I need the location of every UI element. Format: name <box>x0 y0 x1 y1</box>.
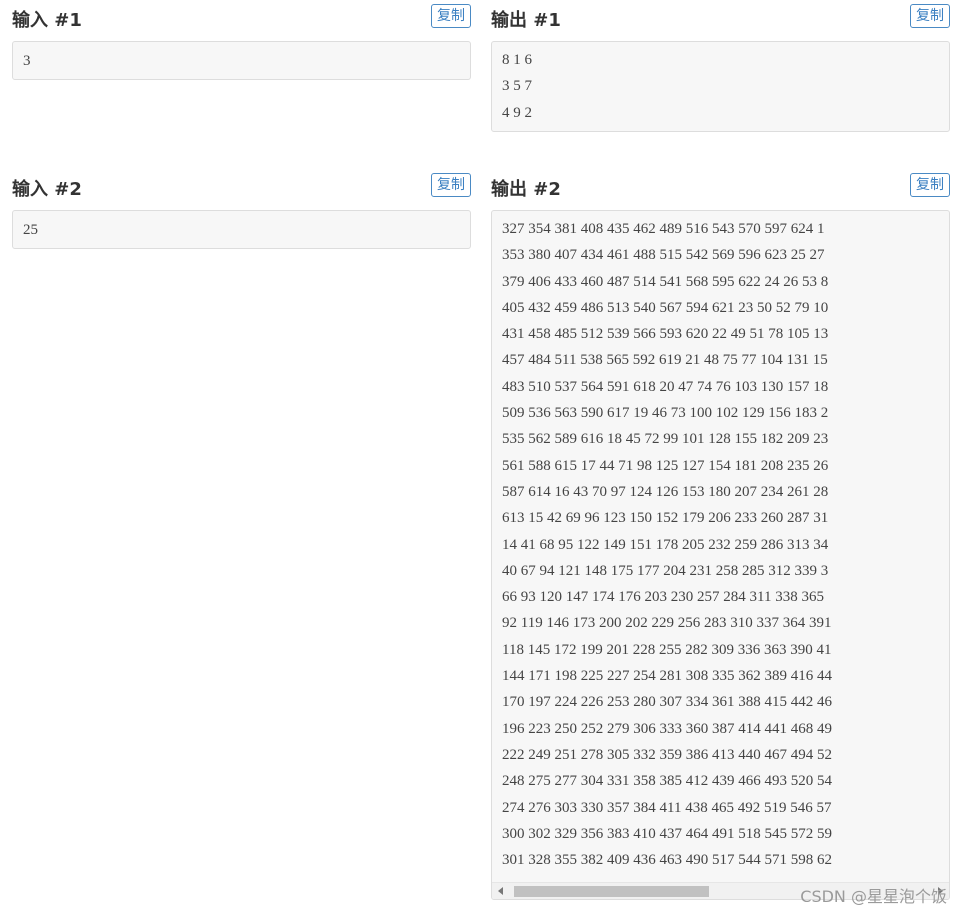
sample-1-input-code[interactable]: 3 <box>12 41 471 80</box>
sample-2-output-title: 输出 #2 <box>491 179 561 200</box>
sample-2-input-copy-button[interactable]: 复制 <box>431 173 471 197</box>
sample-2-input: 输入 #2 复制 25 <box>12 171 471 251</box>
sample-2-output: 输出 #2 复制 327 354 381 408 435 462 489 516… <box>491 171 950 902</box>
sample-1-output-text: 8 1 6 3 5 7 4 9 2 <box>502 52 532 121</box>
sample-1-output-code[interactable]: 8 1 6 3 5 7 4 9 2 <box>491 41 950 132</box>
sample-1-output: 输出 #1 复制 8 1 6 3 5 7 4 9 2 <box>491 2 950 134</box>
sample-1-output-title: 输出 #1 <box>491 10 561 31</box>
sample-2-input-text: 25 <box>23 222 38 238</box>
sample-1-input-text: 3 <box>23 53 31 69</box>
scroll-left-arrow-icon[interactable] <box>498 887 503 895</box>
sample-1-input: 输入 #1 复制 3 <box>12 2 471 82</box>
watermark: CSDN @星星泡个饭 <box>800 887 947 906</box>
sample-2-input-code[interactable]: 25 <box>12 210 471 249</box>
sample-1-output-header: 输出 #1 复制 <box>491 2 950 32</box>
sample-2-output-copy-button[interactable]: 复制 <box>910 173 950 197</box>
scrollbar-thumb[interactable] <box>514 886 709 897</box>
sample-1-input-copy-button[interactable]: 复制 <box>431 4 471 28</box>
sample-2-input-title: 输入 #2 <box>12 179 82 200</box>
sample-1-output-copy-button[interactable]: 复制 <box>910 4 950 28</box>
sample-2-input-header: 输入 #2 复制 <box>12 171 471 201</box>
sample-1-input-header: 输入 #1 复制 <box>12 2 471 32</box>
sample-2-output-text: 327 354 381 408 435 462 489 516 543 570 … <box>502 221 832 869</box>
sample-1-input-title: 输入 #1 <box>12 10 82 31</box>
sample-2-output-code[interactable]: 327 354 381 408 435 462 489 516 543 570 … <box>491 210 950 900</box>
sample-2-output-header: 输出 #2 复制 <box>491 171 950 201</box>
